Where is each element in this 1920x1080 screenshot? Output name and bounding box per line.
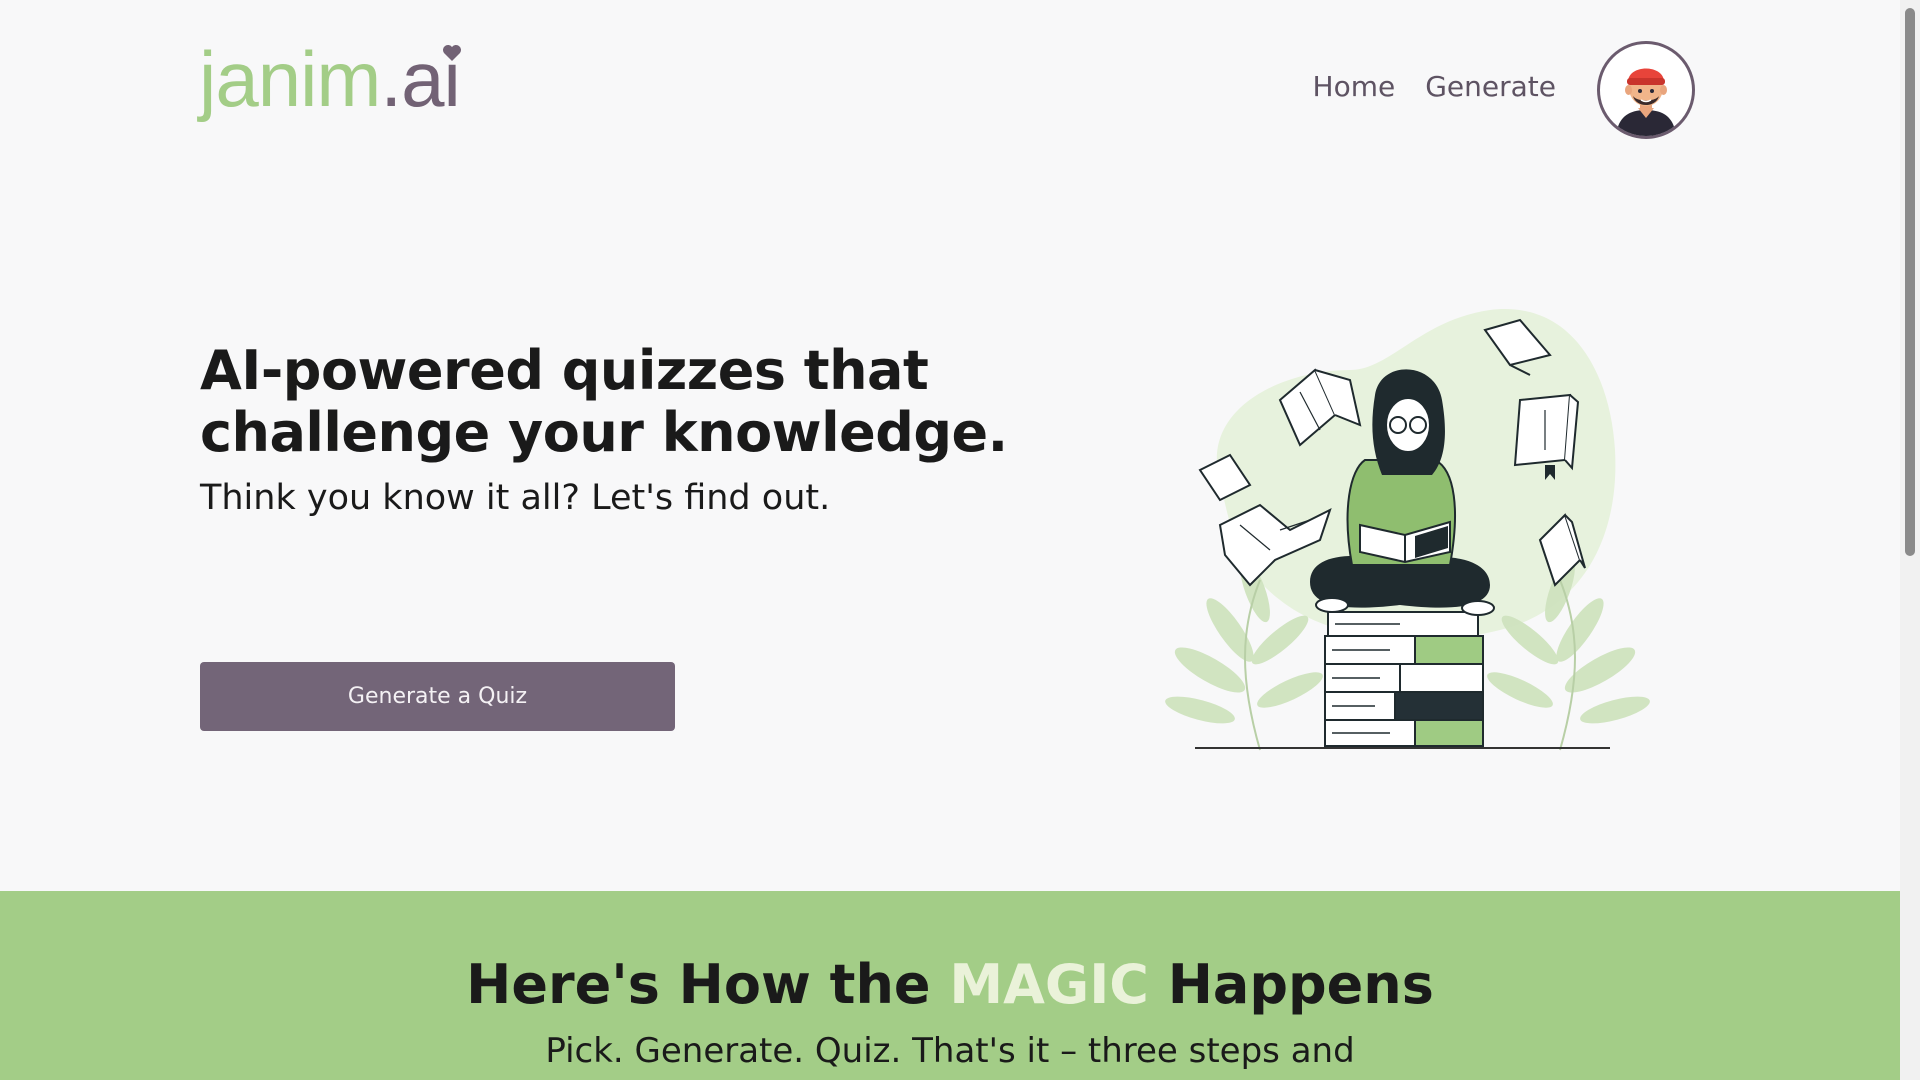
how-it-works-subtitle: Pick. Generate. Quiz. That's it – three …: [545, 1031, 1355, 1071]
how-it-works-section: Here's How the MAGIC Happens Pick. Gener…: [0, 891, 1900, 1080]
hero-title: AI-powered quizzes that challenge your k…: [200, 339, 1008, 464]
nav-generate-link[interactable]: Generate: [1425, 70, 1556, 103]
heart-icon: [442, 45, 461, 61]
hero-subtitle: Think you know it all? Let's find out.: [200, 478, 831, 518]
title-part-before: Here's How the: [466, 953, 950, 1016]
nav-home-link[interactable]: Home: [1313, 70, 1396, 103]
how-it-works-title: Here's How the MAGIC Happens: [0, 953, 1900, 1016]
generate-quiz-button[interactable]: Generate a Quiz: [200, 662, 675, 731]
page-scrollbar[interactable]: [1900, 0, 1920, 1080]
user-avatar-icon: [1616, 68, 1676, 136]
avatar[interactable]: [1597, 41, 1695, 139]
logo-text-secondary: .ai: [380, 40, 461, 118]
page: janim .ai Home Generate AI-powered quizz…: [0, 0, 1900, 1080]
logo-text-primary: janim: [199, 35, 381, 123]
main-nav: Home Generate: [1313, 70, 1556, 103]
logo[interactable]: janim .ai: [199, 35, 461, 123]
title-part-after: Happens: [1148, 953, 1434, 1016]
reading-woman-illustration: [1165, 309, 1650, 751]
title-highlight: MAGIC: [949, 953, 1149, 1016]
scrollbar-thumb[interactable]: [1905, 8, 1915, 556]
